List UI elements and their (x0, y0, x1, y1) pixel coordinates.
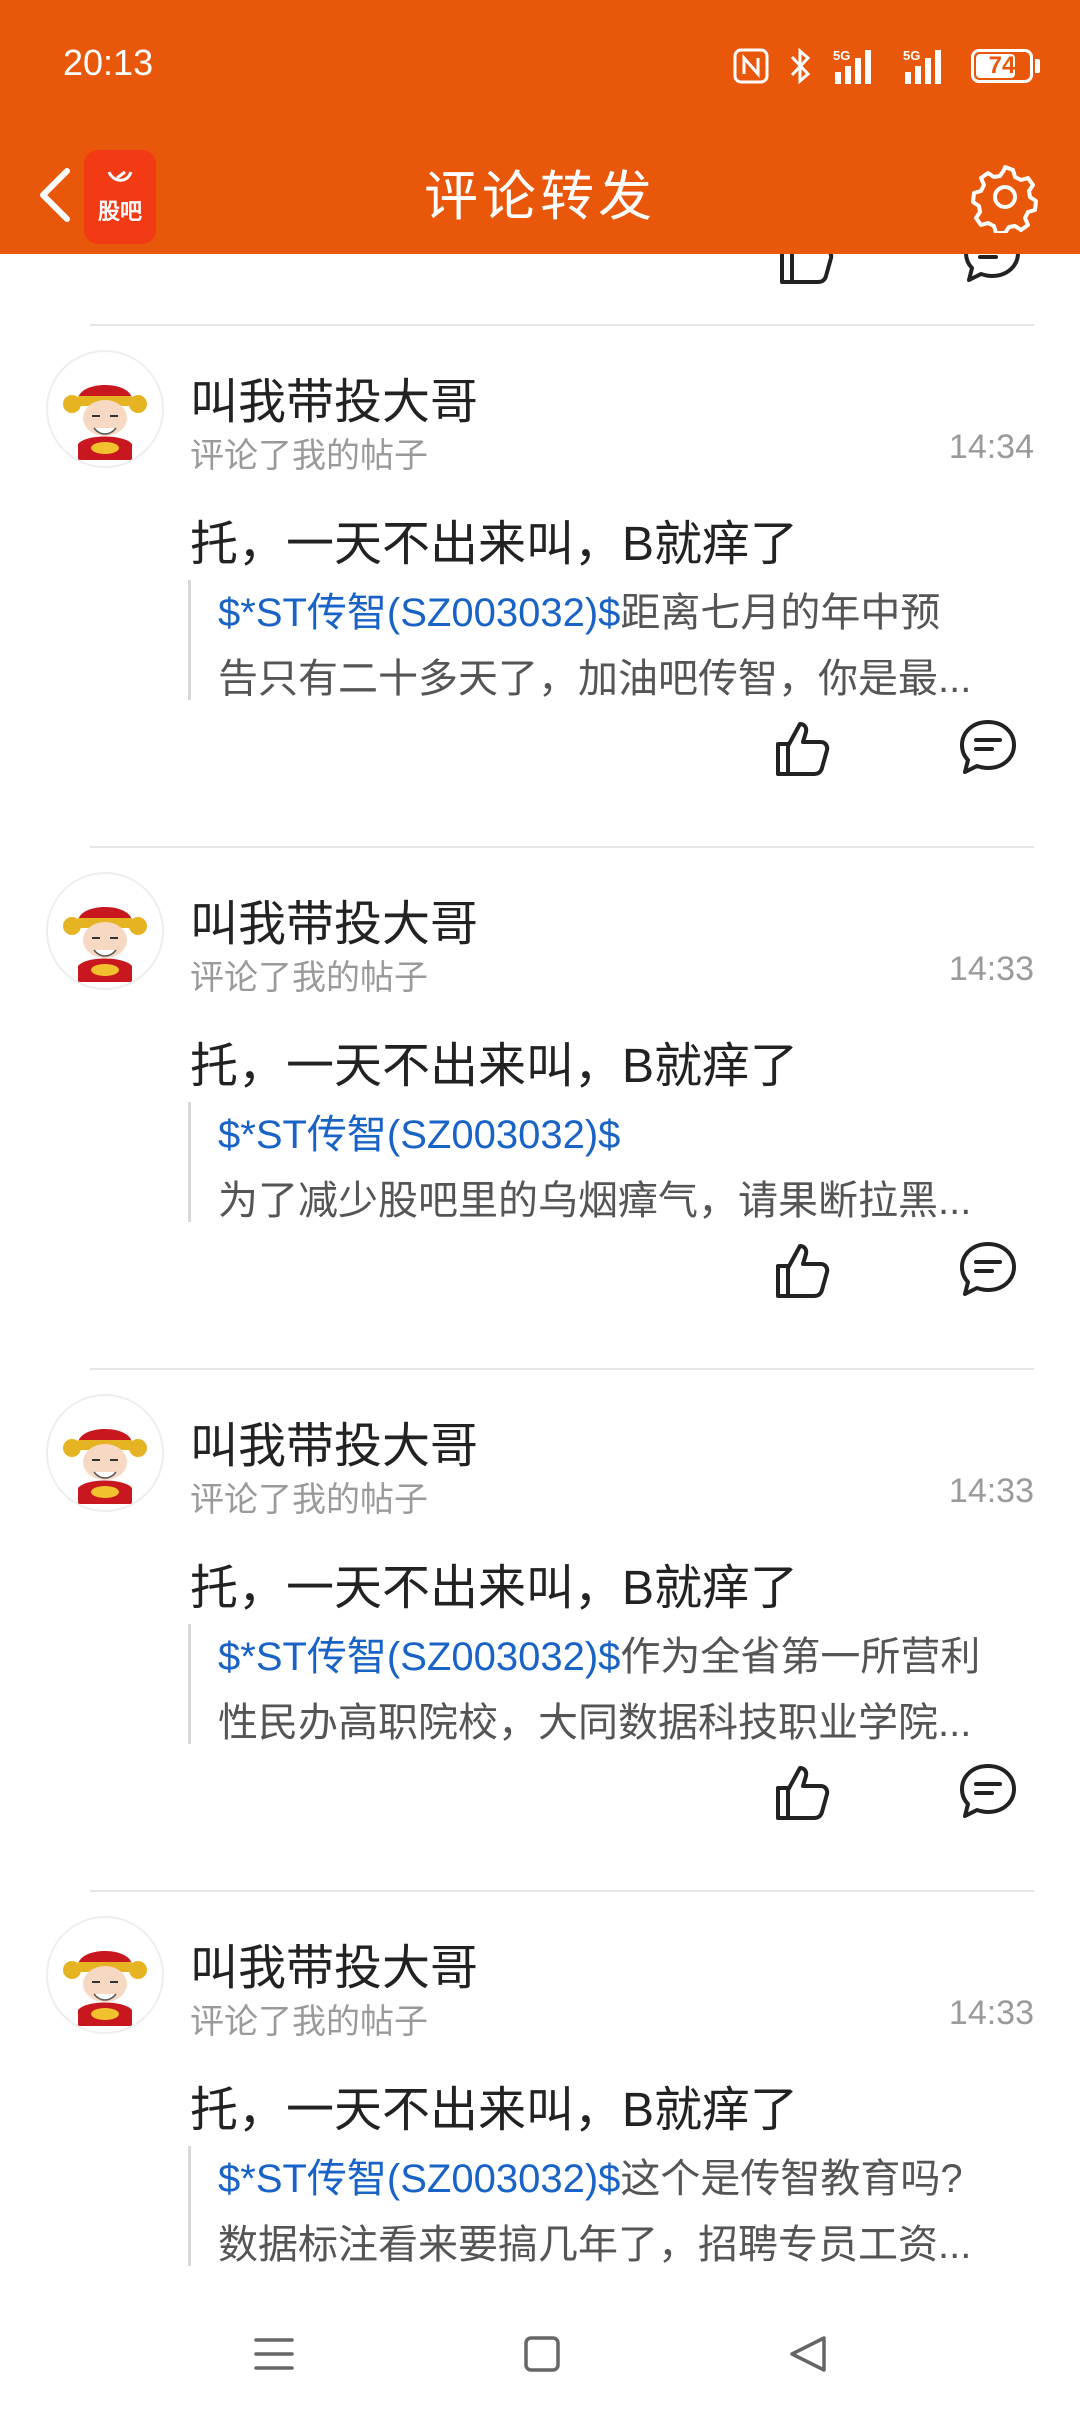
stock-link[interactable]: $*ST传智(SZ003032)$ (218, 2157, 620, 2201)
nav-back-button[interactable] (778, 2324, 838, 2384)
comment-time: 14:33 (948, 1994, 1034, 2032)
battery-icon: 74 (971, 49, 1040, 83)
comment-list: 叫我带投大哥 评论了我的帖子 14:34 托，一天不出来叫，B就痒了 $*ST传… (0, 254, 1080, 2284)
quote-line1-text: 作为全省第一所营利 (620, 1635, 981, 1679)
comment-icon[interactable] (960, 254, 1024, 293)
comment-time: 14:33 (948, 1472, 1034, 1510)
reply-button[interactable] (956, 1238, 1020, 1302)
username[interactable]: 叫我带投大哥 (190, 1406, 478, 1476)
caishen-avatar-icon (49, 1397, 161, 1509)
comment-subtitle: 评论了我的帖子 (190, 2003, 428, 2041)
page-title: 评论转发 (424, 167, 656, 227)
network-label-1: 5G (833, 48, 850, 63)
quote-line2-text: 为了减少股吧里的乌烟瘴气，请果断拉黑... (218, 1179, 972, 1223)
like-button[interactable] (770, 1760, 834, 1824)
quoted-post[interactable]: $*ST传智(SZ003032)$作为全省第一所营利 性民办高职院校，大同数据科… (188, 1624, 1018, 1745)
comment-subtitle: 评论了我的帖子 (190, 437, 428, 475)
quoted-post[interactable]: $*ST传智(SZ003032)$这个是传智教育吗? 数据标注看来要搞几年了，招… (188, 2146, 1018, 2267)
system-nav-bar (0, 2284, 1080, 2412)
thumbs-up-icon (776, 722, 830, 776)
status-bar: 20:13 5G 5G 74 (0, 0, 1080, 140)
settings-button[interactable] (958, 150, 1052, 244)
thumbs-up-icon (776, 1766, 830, 1820)
signal-5g-icon: 5G (831, 46, 883, 86)
battery-level: 74 (988, 52, 1016, 79)
comment-text[interactable]: 托，一天不出来叫，B就痒了 (190, 1026, 798, 1096)
status-icons: 5G 5G 74 (733, 46, 1040, 86)
comment-bubble-icon (960, 720, 1016, 774)
caishen-avatar-icon (49, 353, 161, 465)
reply-button[interactable] (956, 716, 1020, 780)
nfc-icon (733, 48, 769, 84)
comment-bubble-icon (960, 1764, 1016, 1818)
comment-text[interactable]: 托，一天不出来叫，B就痒了 (190, 1548, 798, 1618)
quote-line2-text: 数据标注看来要搞几年了，招聘专员工资... (218, 2223, 972, 2267)
comment-bubble-icon (960, 1242, 1016, 1296)
comment-card[interactable]: 叫我带投大哥 评论了我的帖子 14:33 托，一天不出来叫，B就痒了 $*ST传… (0, 1370, 1080, 1890)
username[interactable]: 叫我带投大哥 (190, 362, 478, 432)
quoted-post[interactable]: $*ST传智(SZ003032)$ 为了减少股吧里的乌烟瘴气，请果断拉黑... (188, 1102, 1018, 1223)
stock-link[interactable]: $*ST传智(SZ003032)$ (218, 1113, 620, 1157)
bluetooth-icon (787, 47, 813, 85)
comment-subtitle: 评论了我的帖子 (190, 959, 428, 997)
avatar[interactable] (46, 1394, 164, 1512)
stock-link[interactable]: $*ST传智(SZ003032)$ (218, 1635, 620, 1679)
comment-time: 14:34 (948, 428, 1034, 466)
comment-card[interactable]: 叫我带投大哥 评论了我的帖子 14:33 托，一天不出来叫，B就痒了 $*ST传… (0, 848, 1080, 1368)
avatar[interactable] (46, 1916, 164, 2034)
menu-button[interactable] (244, 2324, 304, 2384)
avatar[interactable] (46, 872, 164, 990)
avatar[interactable] (46, 350, 164, 468)
comment-card[interactable]: 叫我带投大哥 评论了我的帖子 14:33 托，一天不出来叫，B就痒了 $*ST传… (0, 1892, 1080, 2284)
quoted-post[interactable]: $*ST传智(SZ003032)$距离七月的年中预 告只有二十多天了，加油吧传智… (188, 580, 1018, 701)
caishen-avatar-icon (49, 1919, 161, 2031)
app-header: 20:13 5G 5G 74 股吧 评论转发 (0, 0, 1080, 254)
thumbs-up-icon (776, 1244, 830, 1298)
quote-line1-text: 这个是传智教育吗? (620, 2157, 963, 2201)
menu-icon (254, 2338, 294, 2370)
status-time: 20:13 (63, 42, 154, 83)
quote-line1-text: 距离七月的年中预 (620, 591, 941, 635)
stock-link[interactable]: $*ST传智(SZ003032)$ (218, 591, 620, 635)
partial-card-actions (0, 254, 1080, 324)
quote-line2-text: 告只有二十多天了，加油吧传智，你是最... (218, 657, 972, 701)
like-icon[interactable] (774, 254, 838, 293)
comment-text[interactable]: 托，一天不出来叫，B就痒了 (190, 504, 798, 574)
username[interactable]: 叫我带投大哥 (190, 1928, 478, 1998)
like-button[interactable] (770, 716, 834, 780)
comment-subtitle: 评论了我的帖子 (190, 1481, 428, 1519)
username[interactable]: 叫我带投大哥 (190, 884, 478, 954)
caishen-avatar-icon (49, 875, 161, 987)
nav-bar: 股吧 评论转发 (0, 140, 1080, 254)
quote-line2-text: 性民办高职院校，大同数据科技职业学院... (218, 1701, 972, 1745)
gear-icon (971, 165, 1038, 233)
triangle-back-icon (790, 2336, 826, 2372)
comment-card[interactable]: 叫我带投大哥 评论了我的帖子 14:34 托，一天不出来叫，B就痒了 $*ST传… (0, 326, 1080, 846)
reply-button[interactable] (956, 1760, 1020, 1824)
square-home-icon (524, 2336, 560, 2372)
home-button[interactable] (512, 2324, 572, 2384)
comment-text[interactable]: 托，一天不出来叫，B就痒了 (190, 2070, 798, 2140)
network-label-2: 5G (903, 48, 920, 63)
comment-time: 14:33 (948, 950, 1034, 988)
signal-5g-icon-2: 5G (901, 46, 953, 86)
like-button[interactable] (770, 1238, 834, 1302)
